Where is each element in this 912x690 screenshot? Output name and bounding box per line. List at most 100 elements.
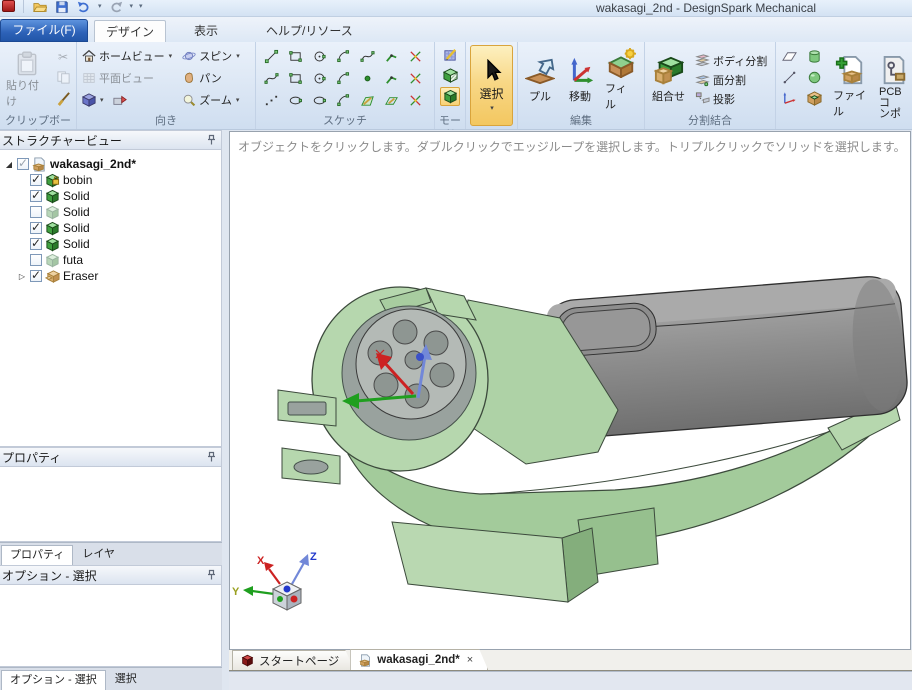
tree-item-label[interactable]: Solid (63, 189, 90, 203)
sketch-ellipse-button[interactable] (283, 89, 307, 111)
sketch-construction-line-button[interactable] (259, 67, 283, 89)
chevron-down-icon[interactable]: ▾ (99, 96, 104, 104)
insert-axes-button[interactable] (779, 89, 799, 108)
tab-help[interactable]: ヘルプ/リソース (248, 20, 371, 42)
tree-item-label[interactable]: Solid (63, 205, 90, 219)
expand-icon[interactable]: ▷ (17, 272, 27, 281)
customize-toolbar-caret[interactable]: ▾ (139, 0, 143, 14)
combine-button[interactable]: 組合せ (648, 45, 689, 114)
tree-row[interactable]: bobin (0, 172, 221, 188)
tree-item-label[interactable]: futa (63, 253, 83, 267)
tab-view[interactable]: 表示 (176, 20, 236, 42)
tree-row-root[interactable]: ◢ wakasagi_2nd* (0, 156, 221, 172)
sketch-spline-button[interactable] (355, 45, 379, 67)
panel-splitter[interactable] (222, 130, 229, 690)
tree-item-label[interactable]: Solid (63, 237, 90, 251)
sketch-trim-away-button[interactable] (403, 89, 427, 111)
sketch-projection-button[interactable] (379, 89, 403, 111)
visibility-checkbox[interactable] (17, 158, 29, 170)
zoom-button[interactable]: ズーム▾ (180, 89, 242, 110)
sketch-circle-diameter-button[interactable] (307, 67, 331, 89)
spin-button[interactable]: スピン▾ (180, 45, 242, 66)
collapse-icon[interactable]: ◢ (4, 160, 14, 169)
pull-button[interactable]: プル (521, 45, 559, 114)
sketch-line-button[interactable] (259, 45, 283, 67)
tree-item-label[interactable]: bobin (63, 173, 92, 187)
tab-start-page[interactable]: スタートページ (232, 650, 354, 670)
redo-button[interactable] (108, 0, 124, 14)
visibility-checkbox[interactable] (30, 174, 42, 186)
move-button[interactable]: 移動 (561, 45, 599, 114)
sketch-slot-button[interactable] (307, 89, 331, 111)
fill-button[interactable]: フィル (601, 45, 641, 114)
section-mode-button[interactable] (440, 66, 460, 85)
pin-icon[interactable] (206, 569, 217, 582)
sketch-point-button[interactable] (355, 67, 379, 89)
tree-row[interactable]: Solid (0, 236, 221, 252)
undo-dropdown-caret[interactable]: ▾ (98, 0, 102, 14)
visibility-checkbox[interactable] (30, 222, 42, 234)
undo-button[interactable] (76, 0, 92, 14)
tree-row[interactable]: Solid (0, 188, 221, 204)
app-icon[interactable] (2, 0, 15, 12)
chevron-down-icon[interactable]: ▾ (235, 52, 240, 60)
view-orientation-button[interactable]: ▾ (80, 89, 174, 110)
tab-properties[interactable]: プロパティ (1, 545, 73, 565)
paste-button[interactable]: 貼り付け (3, 45, 51, 114)
visibility-checkbox[interactable] (30, 254, 42, 266)
orientation-triad[interactable]: Z X Y (232, 551, 317, 610)
chevron-down-icon[interactable]: ▾ (235, 96, 240, 104)
tree-item-label[interactable]: Eraser (63, 269, 98, 283)
select-tool-button[interactable]: 選択 ▾ (470, 45, 513, 126)
tree-row[interactable]: Solid (0, 204, 221, 220)
insert-sphere-button[interactable] (804, 68, 824, 87)
redo-dropdown-caret[interactable]: ▾ (130, 0, 134, 14)
viewport-3d[interactable]: Z X Y オブジェクトをクリックします。ダブルクリックでエッジループを選択しま… (229, 131, 911, 650)
solid-mode-button[interactable] (440, 87, 460, 106)
manipulator-origin[interactable] (416, 353, 424, 361)
sketch-trim-button[interactable] (403, 45, 427, 67)
sketch-sweep-arc-button[interactable] (331, 67, 355, 89)
sketch-trim-corner-button[interactable] (403, 67, 427, 89)
insert-shell-button[interactable] (804, 89, 824, 108)
tree-item-label[interactable]: Solid (63, 221, 90, 235)
insert-pcb-component-button[interactable]: PCBコンポ (875, 45, 912, 129)
model-scene[interactable]: Z X Y (230, 132, 912, 650)
split-face-button[interactable]: 面分割 (695, 72, 767, 88)
insert-file-button[interactable]: ファイル (829, 45, 870, 129)
tree-row[interactable]: futa (0, 252, 221, 268)
sketch-bend-button[interactable] (379, 67, 403, 89)
pin-icon[interactable] (206, 134, 217, 147)
chevron-down-icon[interactable]: ▾ (168, 52, 173, 60)
model-clips[interactable] (278, 390, 340, 484)
tab-layers[interactable]: レイヤ (74, 545, 123, 565)
tab-document-wakasagi[interactable]: wakasagi_2nd* × (350, 649, 488, 670)
insert-line-button[interactable] (779, 68, 799, 87)
visibility-checkbox[interactable] (30, 206, 42, 218)
sketch-point-series-button[interactable] (259, 89, 283, 111)
close-icon[interactable]: × (465, 654, 473, 666)
home-view-button[interactable]: ホームビュー▾ (80, 45, 174, 66)
tree-row[interactable]: ▷ Eraser (0, 268, 221, 284)
insert-plane-button[interactable] (779, 47, 799, 66)
format-painter-button[interactable] (53, 89, 73, 108)
chevron-down-icon[interactable]: ▾ (489, 104, 494, 112)
tree-item-label[interactable]: wakasagi_2nd* (50, 157, 136, 171)
sketch-three-point-arc-button[interactable] (331, 89, 355, 111)
cut-button[interactable]: ✂ (53, 47, 73, 66)
view-face-icon[interactable] (113, 93, 127, 107)
save-button[interactable] (54, 0, 70, 14)
open-file-button[interactable] (32, 0, 48, 14)
sketch-mode-button[interactable] (440, 45, 460, 64)
visibility-checkbox[interactable] (30, 270, 42, 282)
pin-icon[interactable] (206, 451, 217, 464)
sketch-tangent-arc-button[interactable] (331, 45, 355, 67)
project-button[interactable]: 投影 (695, 91, 767, 107)
sketch-fillet-button[interactable] (379, 45, 403, 67)
copy-button[interactable] (53, 68, 73, 87)
insert-cylinder-button[interactable] (804, 47, 824, 66)
visibility-checkbox[interactable] (30, 190, 42, 202)
tab-file[interactable]: ファイル(F) (0, 19, 88, 42)
visibility-checkbox[interactable] (30, 238, 42, 250)
tab-select[interactable]: 選択 (107, 670, 145, 690)
